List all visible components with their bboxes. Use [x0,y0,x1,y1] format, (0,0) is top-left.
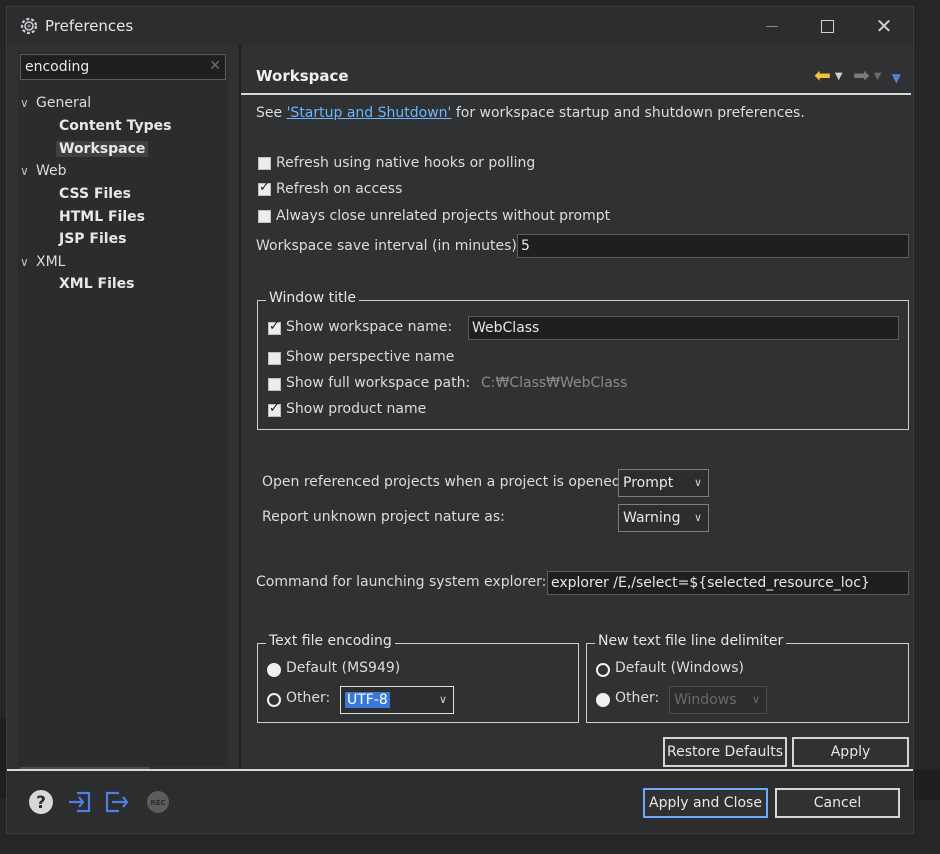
encoding-default-label: Default (MS949) [286,660,401,676]
refresh-on-access-checkbox[interactable] [258,180,271,196]
tree-item-jsp-files[interactable]: JSP Files [59,228,126,250]
chevron-down-icon[interactable]: ∨ [20,92,36,114]
show-perspective-name-checkbox[interactable] [268,352,281,365]
open-referenced-label: Open referenced projects when a project … [262,474,626,490]
show-product-name-label: Show product name [286,401,427,417]
show-full-path-checkbox[interactable] [268,378,281,391]
tree-item-xml-files[interactable]: XML Files [59,273,135,295]
show-workspace-name-label: Show workspace name: [286,319,453,335]
encoding-default-radio[interactable] [267,663,281,677]
chevron-down-icon: ∨ [693,511,702,524]
chevron-down-icon[interactable]: ∨ [20,160,36,182]
close-button[interactable]: ✕ [861,11,907,41]
delimiter-other-select[interactable]: Windows ∨ [669,686,767,714]
preference-navigation: ✕ ∨General Content Types Workspace ∨Web … [18,52,228,771]
cancel-button[interactable]: Cancel [775,788,900,818]
tree-item-xml[interactable]: ∨ XML [20,251,65,273]
minimize-icon [766,25,778,27]
workspace-page: Workspace ⬅ ▼ ➡ ▼ ▼ See 'Startup and Shutd… [241,45,913,771]
apply-and-close-button[interactable]: Apply and Close [643,788,768,818]
refresh-native-label: Refresh using native hooks or polling [276,155,536,171]
workspace-name-input[interactable]: WebClass [468,316,899,340]
export-icon[interactable] [103,789,129,815]
forward-arrow-icon[interactable]: ➡ [853,63,870,87]
dialog-footer: ? REC Apply and Close Cancel [7,771,913,833]
chevron-down-icon: ∨ [751,693,760,706]
refresh-on-access-label: Refresh on access [276,181,403,197]
page-navigation: ⬅ ▼ ➡ ▼ ▼ [810,63,901,87]
import-icon[interactable] [67,789,93,815]
tree-item-css-files[interactable]: CSS Files [59,183,131,205]
startup-shutdown-link[interactable]: 'Startup and Shutdown' [287,105,452,121]
show-product-name-checkbox[interactable] [268,401,281,417]
back-arrow-icon[interactable]: ⬅ [814,63,831,87]
delimiter-default-radio[interactable] [596,663,610,677]
tree-item-content-types[interactable]: Content Types [59,115,171,137]
page-header: Workspace ⬅ ▼ ➡ ▼ ▼ [241,53,911,95]
report-unknown-select[interactable]: Warning ∨ [618,504,709,532]
text-encoding-group-label: Text file encoding [266,633,395,649]
maximize-button[interactable] [804,11,850,41]
delimiter-default-label: Default (Windows) [615,660,745,676]
tree-item-html-files[interactable]: HTML Files [59,206,145,228]
clear-filter-icon[interactable]: ✕ [209,58,221,74]
intro-text: See 'Startup and Shutdown' for workspace… [256,105,805,121]
explorer-command-input[interactable]: explorer /E,/select=${selected_resource_… [547,571,909,595]
background-strip [914,770,940,800]
page-title: Workspace [256,67,349,85]
svg-text:?: ? [36,793,46,813]
maximize-icon [820,19,834,33]
line-delimiter-group-label: New text file line delimiter [595,633,787,649]
tree-item-web[interactable]: ∨ Web [20,160,67,182]
refresh-native-checkbox[interactable] [258,157,271,170]
view-menu-icon[interactable]: ▼ [892,71,901,85]
forward-history-dropdown-icon[interactable]: ▼ [874,71,882,82]
encoding-other-label: Other: [286,690,331,706]
record-icon[interactable]: REC [145,789,171,815]
delimiter-other-radio[interactable] [596,693,610,707]
preferences-window: Preferences ✕ ✕ ∨General Content Types W… [6,6,914,834]
encoding-other-select[interactable]: UTF-8 ∨ [340,686,454,714]
always-close-checkbox[interactable] [258,210,271,223]
window-title: Preferences [45,17,134,35]
filter-input[interactable] [21,55,209,79]
explorer-command-label: Command for launching system explorer: [256,574,547,590]
title-bar: Preferences ✕ [7,7,913,45]
preferences-gear-icon [20,17,38,35]
tree-item-workspace[interactable]: Workspace [56,138,149,160]
svg-text:REC: REC [150,799,165,807]
chevron-down-icon[interactable]: ∨ [20,251,36,273]
delimiter-other-label: Other: [615,690,660,706]
minimize-button[interactable] [749,11,795,41]
save-interval-input[interactable]: 5 [517,234,909,258]
save-interval-label: Workspace save interval (in minutes): [256,238,522,254]
tree-item-general[interactable]: ∨ General [20,92,91,114]
chevron-down-icon: ∨ [438,693,447,706]
show-full-path-label: Show full workspace path: [286,375,471,391]
back-history-dropdown-icon[interactable]: ▼ [835,71,843,82]
show-workspace-name-checkbox[interactable] [268,319,281,335]
full-workspace-path-value: C:₩Class₩WebClass [481,375,628,391]
close-icon: ✕ [875,14,893,38]
report-unknown-label: Report unknown project nature as: [262,509,505,525]
open-referenced-select[interactable]: Prompt ∨ [618,469,709,497]
restore-defaults-button[interactable]: Restore Defaults [663,737,787,767]
always-close-label: Always close unrelated projects without … [276,208,611,224]
apply-button[interactable]: Apply [792,737,909,767]
window-title-group-label: Window title [266,290,360,306]
encoding-other-radio[interactable] [267,693,281,707]
show-perspective-name-label: Show perspective name [286,349,455,365]
chevron-down-icon: ∨ [693,476,702,489]
filter-box: ✕ [20,54,226,80]
help-icon[interactable]: ? [28,789,54,815]
